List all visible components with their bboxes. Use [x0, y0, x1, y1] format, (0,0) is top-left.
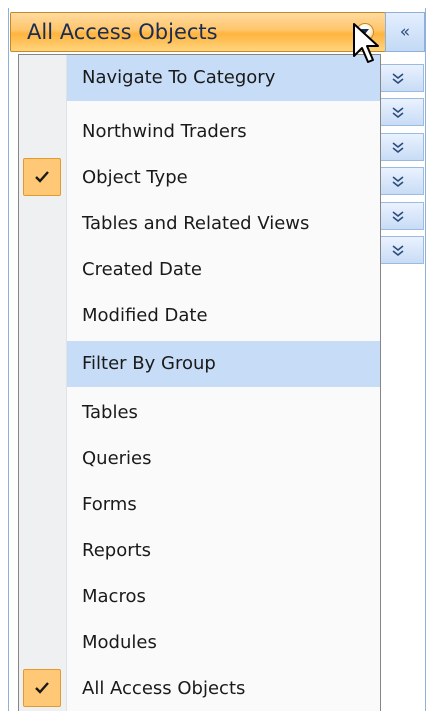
checkmark-icon [35, 682, 49, 694]
menu-category-filter: Filter By Group [19, 341, 380, 387]
menu-category-navigate: Navigate To Category [19, 55, 380, 101]
double-chevron-down-icon [392, 73, 404, 85]
navigation-menu: Navigate To Category Northwind Traders O… [18, 54, 381, 711]
menu-item-tables[interactable]: Tables [19, 390, 380, 436]
menu-item-label: Macros [82, 586, 146, 607]
menu-item-label: Modules [82, 632, 157, 653]
group-header-4[interactable] [380, 167, 424, 195]
check-box [23, 158, 61, 196]
double-chevron-down-icon [392, 176, 404, 188]
group-header-2[interactable] [380, 98, 424, 126]
menu-item-created-date[interactable]: Created Date [19, 247, 380, 293]
menu-item-object-type[interactable]: Object Type [19, 155, 380, 201]
menu-item-label: Tables and Related Views [82, 213, 310, 234]
pane-title: All Access Objects [27, 20, 218, 44]
menu-item-label: Created Date [82, 259, 202, 280]
menu-item-reports[interactable]: Reports [19, 528, 380, 574]
shutter-bar-collapse-button[interactable]: « [385, 12, 425, 52]
menu-item-label: Reports [82, 540, 152, 561]
double-chevron-down-icon [392, 142, 404, 154]
checkmark-icon [35, 171, 49, 183]
check-box [23, 669, 61, 707]
double-chevron-down-icon [392, 245, 404, 257]
group-header-3[interactable] [380, 133, 424, 161]
menu-item-all-access-objects[interactable]: All Access Objects [19, 666, 380, 712]
menu-item-label: Navigate To Category [82, 67, 276, 88]
group-header-1[interactable] [380, 64, 424, 92]
menu-item-label: Filter By Group [82, 353, 216, 374]
menu-item-queries[interactable]: Queries [19, 436, 380, 482]
menu-item-macros[interactable]: Macros [19, 574, 380, 620]
menu-item-tables-related-views[interactable]: Tables and Related Views [19, 201, 380, 247]
menu-item-label: All Access Objects [82, 678, 246, 699]
group-header-6[interactable] [380, 236, 424, 264]
menu-item-label: Modified Date [82, 305, 208, 326]
mouse-pointer-icon [353, 23, 379, 63]
menu-item-label: Queries [82, 448, 152, 469]
menu-item-label: Forms [82, 494, 137, 515]
menu-item-modified-date[interactable]: Modified Date [19, 293, 380, 339]
group-header-5[interactable] [380, 202, 424, 230]
menu-item-northwind-traders[interactable]: Northwind Traders [19, 109, 380, 155]
double-chevron-left-icon: « [399, 22, 411, 42]
menu-item-modules[interactable]: Modules [19, 620, 380, 666]
navigation-pane-header[interactable]: All Access Objects [10, 12, 386, 52]
menu-item-forms[interactable]: Forms [19, 482, 380, 528]
menu-item-label: Object Type [82, 167, 188, 188]
double-chevron-down-icon [392, 211, 404, 223]
menu-item-label: Northwind Traders [82, 121, 247, 142]
double-chevron-down-icon [392, 107, 404, 119]
menu-item-label: Tables [82, 402, 138, 423]
